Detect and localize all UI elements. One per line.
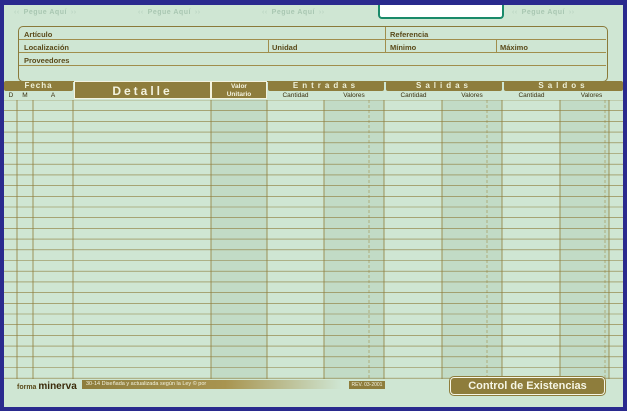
- form-title: Control de Existencias: [449, 376, 606, 396]
- articulo-label: Artículo: [24, 30, 53, 39]
- divider: [385, 27, 386, 39]
- divider: [19, 52, 606, 53]
- detalle-header: Detalle: [74, 81, 211, 99]
- salidas-header: Salidas: [386, 81, 502, 91]
- salidas-cantidad-label: Cantidad: [400, 92, 427, 99]
- maximo-label: Máximo: [500, 43, 528, 52]
- valor-unitario-line1: Valor: [231, 83, 247, 90]
- adhesive-tab-strip: ‹‹ Pegue Aquí ›› ‹‹ Pegue Aquí ›› ‹‹ Pegue Aq…: [4, 5, 623, 25]
- saldos-header: Saldos: [504, 81, 623, 91]
- divider: [496, 40, 497, 52]
- divider: [19, 65, 606, 66]
- entradas-cantidad-label: Cantidad: [282, 92, 309, 99]
- month-column-label: M: [22, 92, 28, 99]
- minimo-label: Mínimo: [390, 43, 417, 52]
- fecha-header: Fecha: [4, 81, 73, 91]
- saldos-cantidad-label: Cantidad: [518, 92, 545, 99]
- tab-slot: [378, 5, 504, 19]
- divider: [268, 40, 269, 52]
- tab-label: ‹‹ Pegue Aquí ››: [512, 9, 575, 16]
- divider: [385, 40, 386, 52]
- localizacion-label: Localización: [24, 43, 70, 52]
- referencia-label: Referencia: [390, 30, 429, 39]
- inventory-form: ‹‹ Pegue Aquí ›› ‹‹ Pegue Aquí ›› ‹‹ Pegue Aq…: [4, 5, 623, 407]
- unidad-label: Unidad: [272, 43, 298, 52]
- day-column-label: D: [8, 92, 14, 99]
- entradas-valores-label: Valores: [343, 92, 365, 99]
- tab-label: ‹‹ Pegue Aquí ››: [262, 9, 325, 16]
- brand-logo: forma minerva: [17, 381, 77, 392]
- ledger-grid: [4, 100, 623, 379]
- salidas-valores-label: Valores: [461, 92, 483, 99]
- brand-name: minerva: [38, 381, 77, 392]
- footer-note: 30-14 Diseñada y actualizada según la Le…: [82, 380, 342, 389]
- valor-unitario-line2: Unitario: [226, 91, 252, 98]
- divider: [19, 39, 606, 40]
- item-header-box: [18, 26, 608, 82]
- saldos-valores-label: Valores: [580, 92, 603, 99]
- tab-label: ‹‹ Pegue Aquí ››: [14, 9, 77, 16]
- brand-prefix: forma: [17, 384, 37, 391]
- valor-unitario-header: Valor Unitario: [211, 81, 267, 99]
- entradas-header: Entradas: [268, 81, 384, 91]
- tab-label: ‹‹ Pegue Aquí ››: [138, 9, 201, 16]
- revision-badge: REV. 03-2001: [349, 381, 385, 389]
- year-column-label: A: [50, 92, 56, 99]
- proveedores-label: Proveedores: [24, 56, 70, 65]
